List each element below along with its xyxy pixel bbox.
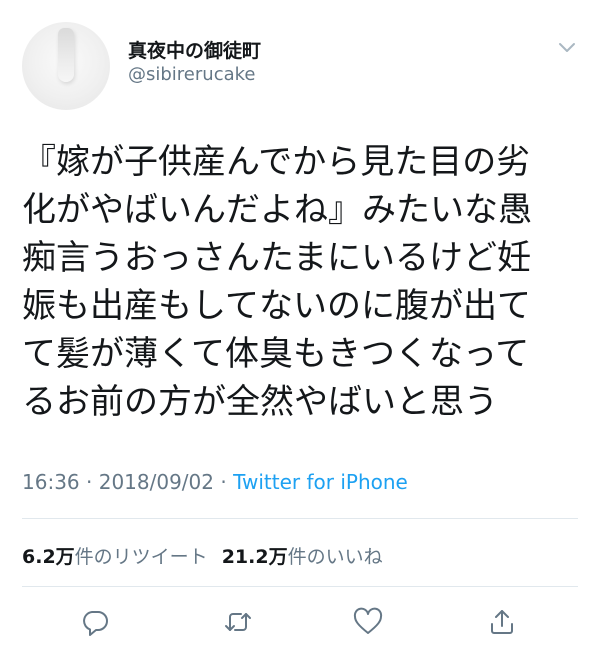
user-handle[interactable]: @sibirerucake: [128, 64, 255, 85]
tweet-source-link[interactable]: Twitter for iPhone: [233, 470, 408, 494]
display-name[interactable]: 真夜中の御徒町: [128, 36, 261, 63]
retweets-label: 件のリツイート: [74, 546, 208, 568]
chevron-down-icon[interactable]: [556, 36, 578, 58]
likes-stat[interactable]: 21.2万件のいいね: [222, 546, 383, 568]
like-button[interactable]: [352, 606, 384, 638]
avatar[interactable]: [22, 22, 110, 110]
share-icon: [491, 610, 513, 634]
likes-label: 件のいいね: [287, 546, 383, 568]
reply-button[interactable]: [79, 606, 111, 638]
tweet-time: 16:36: [22, 470, 80, 494]
tweet-stats: 6.2万件のリツイート 21.2万件のいいね: [22, 542, 383, 569]
retweets-count: 6.2万: [22, 546, 75, 568]
heart-icon: [353, 607, 383, 634]
tweet-line: て髪が薄くて体臭もきつくなって: [22, 334, 530, 374]
tweet-meta: 16:36 · 2018/09/02 · Twitter for iPhone: [22, 470, 408, 494]
retweets-stat[interactable]: 6.2万件のリツイート: [22, 546, 208, 568]
divider: [22, 518, 578, 519]
retweet-button[interactable]: [222, 606, 254, 638]
tweet-line: 痴言うおっさんたまにいるけど妊: [22, 238, 531, 278]
likes-count: 21.2万: [221, 546, 288, 568]
reply-icon: [83, 611, 108, 636]
tweet-date[interactable]: 2018/09/02: [99, 470, 214, 494]
tweet-line: 娠も出産もしてないのに腹が出て: [22, 286, 531, 326]
tweet-line: るお前の方が全然やばいと思う: [22, 382, 498, 422]
meta-separator: ·: [214, 470, 234, 494]
retweet-icon: [225, 613, 251, 631]
tweet-text: 『嫁が子供産んでから見た目の劣 化がやばいんだよね』みたいな愚 痴言うおっさんた…: [22, 138, 582, 426]
tweet-line: 『嫁が子供産んでから見た目の劣: [22, 142, 531, 182]
divider: [22, 586, 578, 587]
tweet-line: 化がやばいんだよね』みたいな愚: [22, 190, 532, 230]
meta-separator: ·: [79, 470, 99, 494]
avatar-image: [58, 28, 74, 82]
share-button[interactable]: [486, 606, 518, 638]
